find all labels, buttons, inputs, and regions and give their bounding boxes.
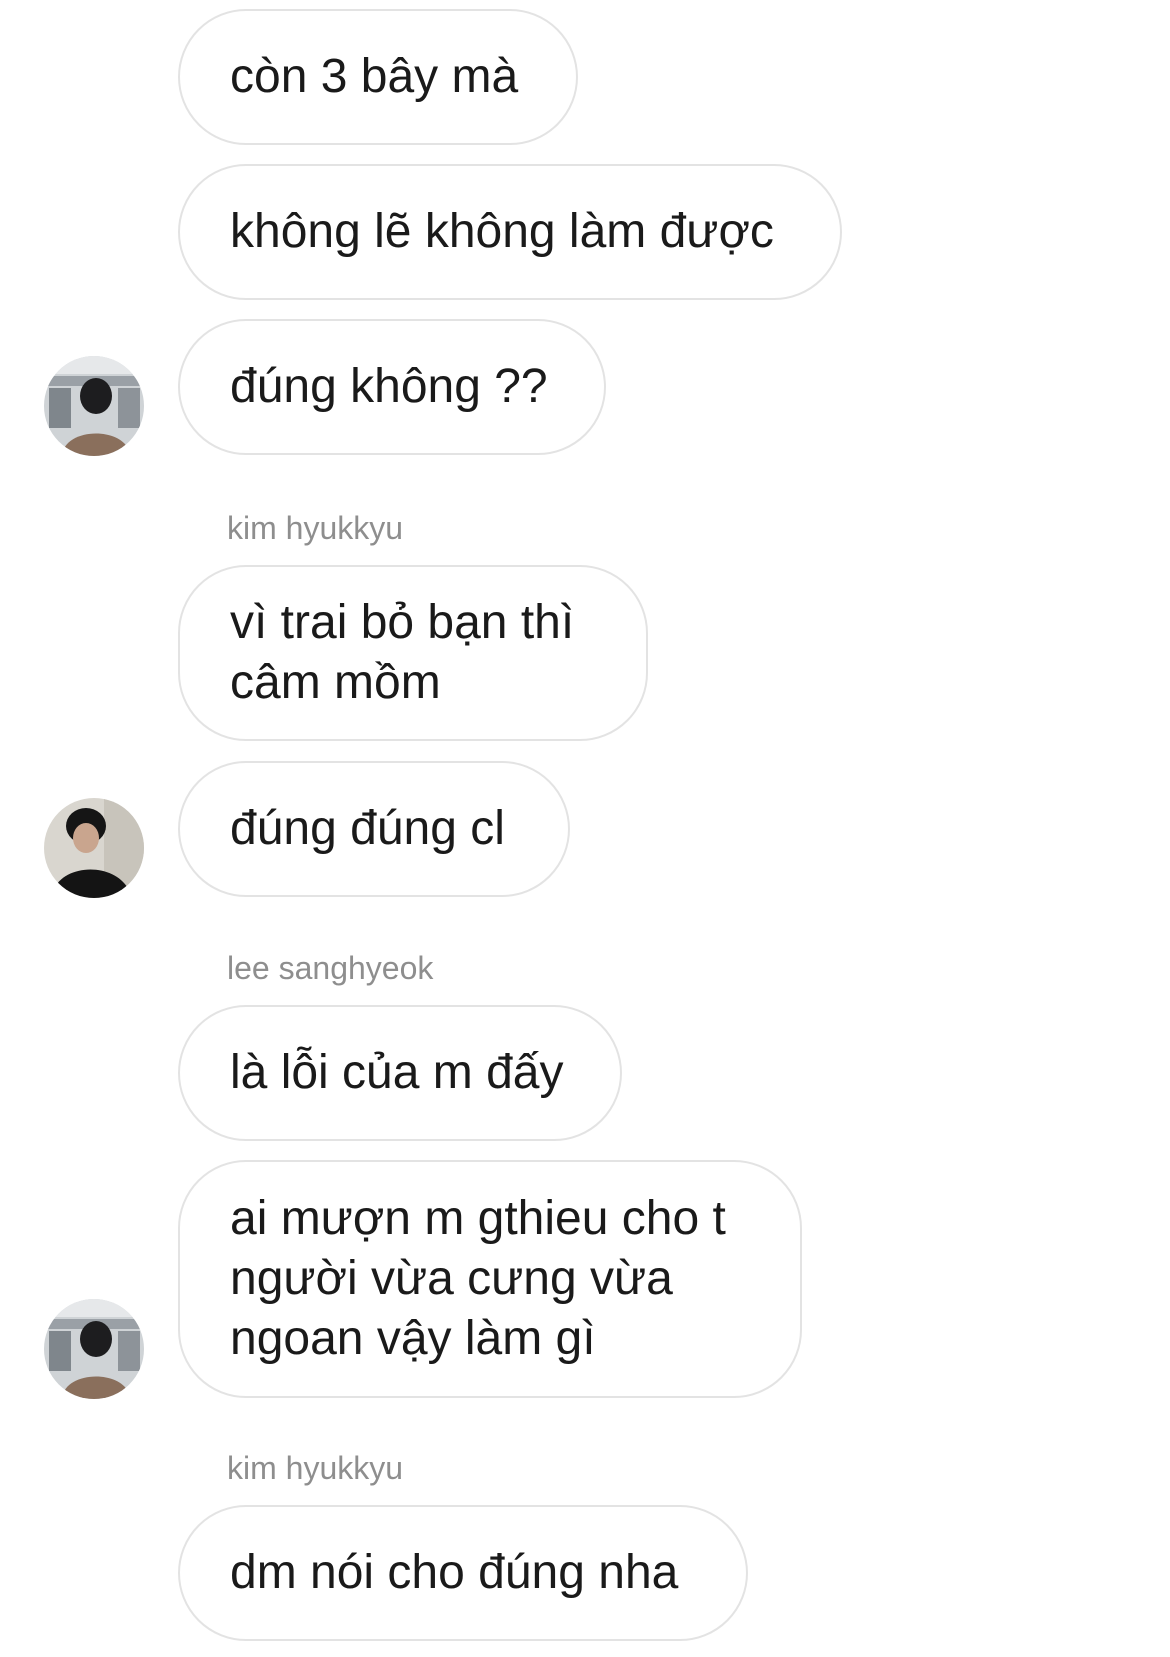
message-bubble[interactable]: là lỗi của m đấy [178,1005,622,1141]
message-bubble[interactable]: không lẽ không làm được [178,164,842,300]
sender-name: lee sanghyeok [227,950,434,986]
message-bubble[interactable]: đúng đúng cl [178,761,570,897]
message-text: còn 3 bây mà [230,50,519,103]
avatar[interactable] [44,1299,144,1399]
message-bubble[interactable]: ai mượn m gthieu cho t người vừa cưng vừ… [178,1160,802,1398]
message-text: không lẽ không làm được [230,205,774,258]
message-bubble[interactable]: dm nói cho đúng nha [178,1505,748,1641]
avatar-photo-icon [44,356,144,456]
message-bubble[interactable]: còn 3 bây mà [178,9,578,145]
message-text: đúng đúng cl [230,802,505,855]
avatar-photo-icon [44,1299,144,1399]
sender-name: kim hyukkyu [227,510,404,546]
avatar-photo-icon [44,798,144,898]
message-bubble[interactable]: đúng không ?? [178,319,606,455]
message-bubble[interactable]: vì trai bỏ bạn thì câm mồm [178,565,648,741]
message-text: đúng không ?? [230,360,548,413]
message-text: ai mượn m gthieu cho t người vừa cưng vừ… [230,1192,726,1365]
message-text: dm nói cho đúng nha [230,1546,679,1599]
avatar[interactable] [44,798,144,898]
message-text: vì trai bỏ bạn thì câm mồm [230,596,575,709]
sender-name: kim hyukkyu [227,1450,404,1486]
message-text: là lỗi của m đấy [230,1046,564,1099]
avatar[interactable] [44,356,144,456]
